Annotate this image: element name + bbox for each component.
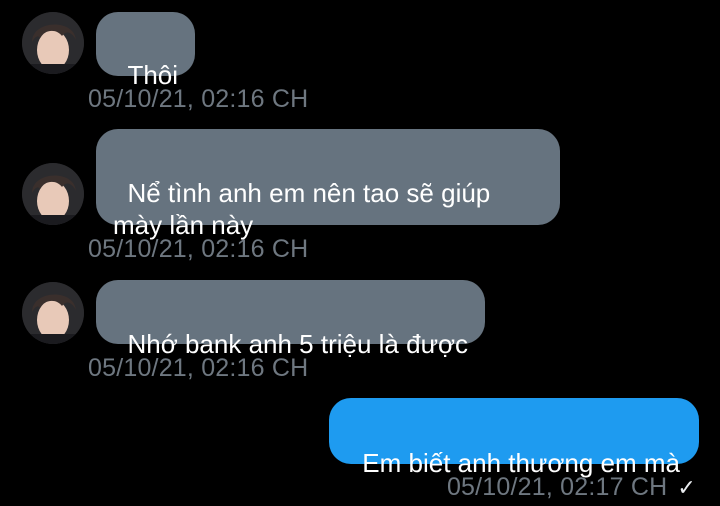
avatar[interactable] xyxy=(22,12,84,74)
message-timestamp: 05/10/21, 02:16 CH xyxy=(88,85,309,113)
message-bubble-outgoing[interactable]: Em biết anh thương em mà xyxy=(328,398,699,478)
message-timestamp: 05/10/21, 02:17 CH xyxy=(446,473,668,501)
avatar[interactable] xyxy=(22,163,84,225)
checkmark-icon: ✓ xyxy=(677,475,696,500)
message-timestamp-row: 05/10/21, 02:17 CH ✓ xyxy=(447,472,696,503)
message-bubble-incoming[interactable]: Thôi xyxy=(96,12,196,90)
message-text: Nể tình anh em nên tao sẽ giúp mày lần n… xyxy=(113,178,498,240)
avatar[interactable] xyxy=(22,282,84,344)
message-bubble-incoming[interactable]: Nể tình anh em nên tao sẽ giúp mày lần n… xyxy=(96,129,560,240)
message-timestamp: 05/10/21, 02:16 CH xyxy=(88,235,309,263)
message-timestamp: 05/10/21, 02:16 CH xyxy=(88,354,309,382)
message-bubble-incoming[interactable]: Nhớ bank anh 5 triệu là được xyxy=(96,280,486,359)
